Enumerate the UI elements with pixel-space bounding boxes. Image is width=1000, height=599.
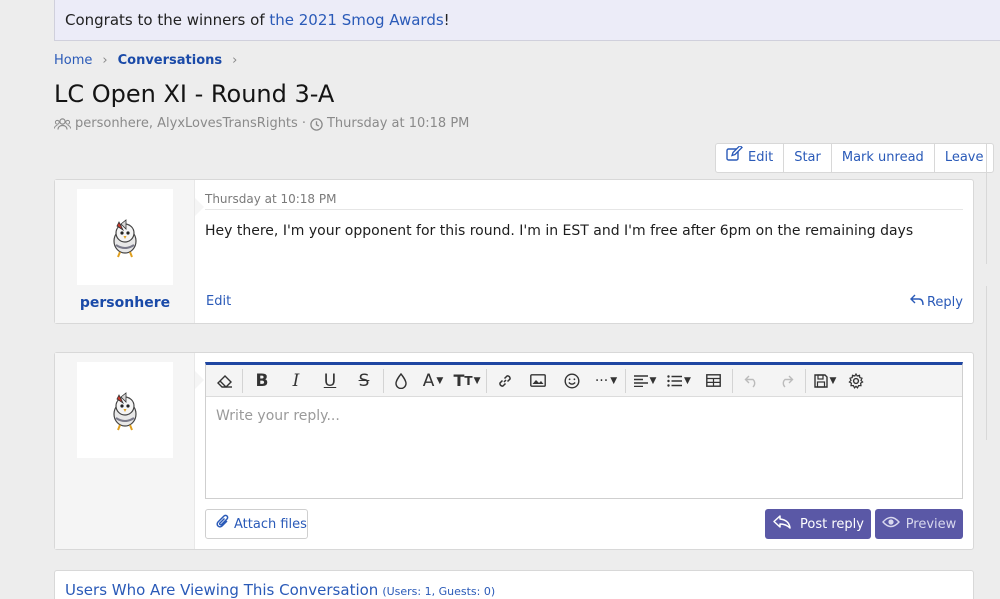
edit-icon (726, 144, 743, 172)
avatar[interactable] (77, 189, 173, 285)
notice-bar: Congrats to the winners of the 2021 Smog… (54, 0, 1000, 41)
align-icon[interactable]: ▼ (628, 365, 662, 397)
page-title: LC Open XI - Round 3-A (54, 80, 335, 108)
attach-label: Attach files (234, 516, 307, 532)
conversation-actions: Edit Star Mark unread Leave (715, 143, 995, 173)
bubble-arrow (195, 371, 204, 389)
smog-awards-link[interactable]: the 2021 Smog Awards (269, 11, 443, 29)
reply-icon (772, 514, 792, 534)
toolbar-separator (805, 368, 806, 393)
rich-text-editor: B I U S A ▼ T T ▼ ··· ▼ ▼ ▼ ▼ Write your rep… (205, 362, 963, 499)
conversation-meta: personhere, AlyxLovesTransRights · Thurs… (54, 116, 469, 132)
sidebar-block (986, 286, 987, 440)
table-icon[interactable] (696, 365, 730, 397)
sidebar-block (986, 144, 987, 264)
paperclip-icon (216, 514, 230, 534)
font-family-icon[interactable]: A ▼ (416, 365, 450, 397)
message-body: Hey there, I'm your opponent for this ro… (205, 223, 914, 239)
bird-avatar-icon (113, 392, 137, 431)
redo-icon[interactable] (769, 365, 803, 397)
conversation-date[interactable]: Thursday at 10:18 PM (327, 116, 469, 132)
toolbar-separator (242, 368, 243, 393)
toolbar-separator (732, 368, 733, 393)
preview-label: Preview (905, 516, 957, 532)
undo-icon[interactable] (735, 365, 769, 397)
strikethrough-icon[interactable]: S (347, 365, 381, 397)
viewers-heading[interactable]: Users Who Are Viewing This Conversation (65, 581, 378, 599)
clock-icon (310, 117, 323, 131)
chevron-right-icon: › (232, 53, 238, 68)
font-size-icon[interactable]: T T ▼ (450, 365, 484, 397)
viewers-block: Users Who Are Viewing This Conversation (… (54, 570, 974, 599)
italic-icon[interactable]: I (279, 365, 313, 397)
mark-unread-button[interactable]: Mark unread (832, 144, 935, 172)
message-date[interactable]: Thursday at 10:18 PM (205, 192, 336, 206)
meta-separator: · (301, 116, 306, 131)
bird-avatar-icon (113, 219, 137, 258)
edit-conversation-button[interactable]: Edit (716, 144, 785, 172)
more-icon[interactable]: ··· ▼ (589, 365, 623, 397)
notice-text: Congrats to the winners of (65, 11, 270, 29)
post-reply-button[interactable]: Post reply (765, 509, 871, 539)
notice-suffix: ! (443, 11, 450, 29)
underline-icon[interactable]: U (313, 365, 347, 397)
viewers-counts: (Users: 1, Guests: 0) (382, 585, 496, 598)
breadcrumb-conversations[interactable]: Conversations (118, 53, 223, 69)
toolbar-separator (486, 368, 487, 393)
reply-icon (909, 294, 924, 310)
quick-reply: B I U S A ▼ T T ▼ ··· ▼ ▼ ▼ ▼ Write your rep… (54, 352, 974, 550)
divider (205, 209, 963, 210)
bold-icon[interactable]: B (245, 365, 279, 397)
image-icon[interactable] (521, 365, 555, 397)
eye-icon (881, 516, 900, 532)
username[interactable]: personhere (55, 295, 195, 311)
edit-label: Edit (748, 150, 774, 165)
settings-icon[interactable] (842, 365, 870, 397)
breadcrumb-home[interactable]: Home (54, 53, 92, 69)
list-icon[interactable]: ▼ (662, 365, 696, 397)
reply-link[interactable]: Reply (909, 294, 963, 310)
reply-label: Reply (926, 294, 963, 310)
eraser-icon[interactable] (210, 365, 240, 397)
link-icon[interactable] (489, 365, 521, 397)
attach-files-button[interactable]: Attach files (205, 509, 308, 539)
smilie-icon[interactable] (555, 365, 589, 397)
breadcrumb: Home › Conversations › (54, 53, 247, 69)
reply-editor-input[interactable]: Write your reply... (206, 397, 962, 498)
bubble-arrow (195, 198, 204, 216)
post-reply-label: Post reply (800, 516, 864, 532)
star-button[interactable]: Star (784, 144, 832, 172)
chevron-right-icon: › (102, 53, 108, 68)
message-user-column: personhere (55, 180, 204, 323)
avatar[interactable] (77, 362, 173, 458)
edit-message-link[interactable]: Edit (206, 294, 231, 309)
leave-button[interactable]: Leave (935, 144, 994, 172)
toolbar-separator (625, 368, 626, 393)
message: personhere Thursday at 10:18 PM Hey ther… (54, 179, 974, 324)
toolbar-separator (383, 368, 384, 393)
editor-toolbar: B I U S A ▼ T T ▼ ··· ▼ ▼ ▼ ▼ (206, 365, 962, 397)
preview-button[interactable]: Preview (875, 509, 963, 539)
drafts-icon[interactable]: ▼ (808, 365, 842, 397)
reply-user-column (55, 353, 204, 549)
participants-list[interactable]: personhere, AlyxLovesTransRights (75, 116, 298, 132)
text-color-icon[interactable] (386, 365, 416, 397)
participants-icon (54, 118, 71, 130)
